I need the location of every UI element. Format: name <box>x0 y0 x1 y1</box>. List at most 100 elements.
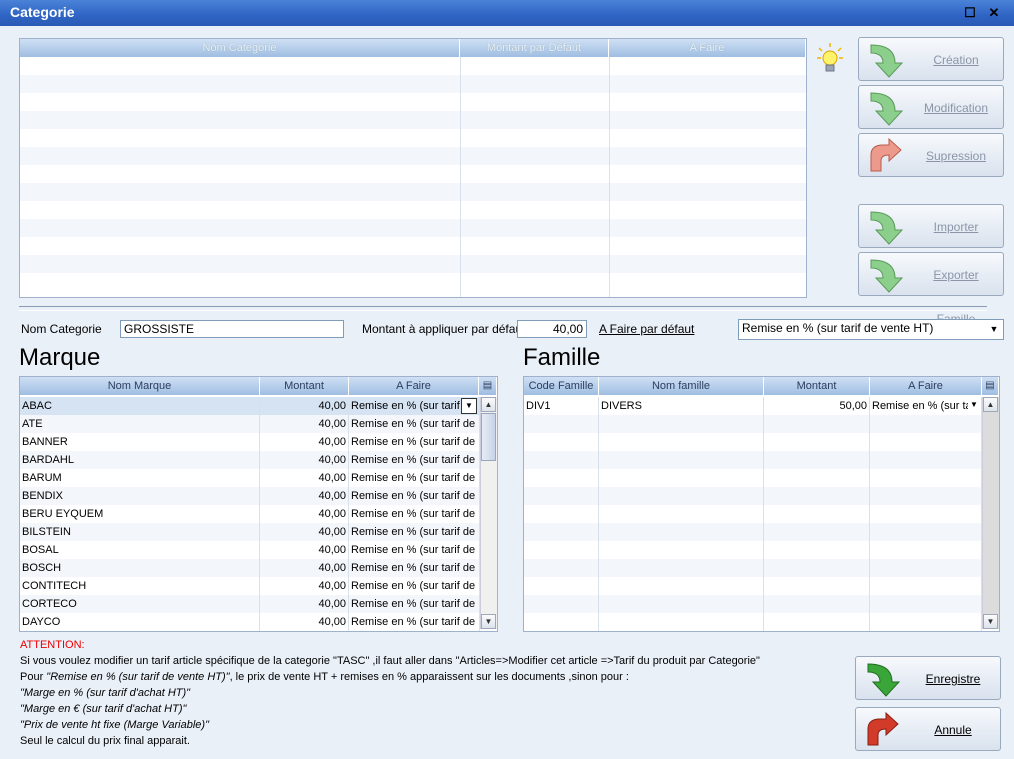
category-grid[interactable]: Nom Categorie Montant par Défaut A Faire <box>19 38 807 298</box>
famille-col-afaire-header[interactable]: A Faire <box>870 377 982 395</box>
scroll-down-icon[interactable]: ▼ <box>481 614 496 629</box>
scroll-up-icon[interactable]: ▲ <box>481 397 496 412</box>
table-row[interactable] <box>20 255 806 273</box>
famille-code-cell[interactable] <box>524 559 599 577</box>
column-chooser-icon[interactable]: ▤ <box>479 377 497 395</box>
famille-afaire-cell[interactable] <box>870 433 982 451</box>
famille-code-cell[interactable] <box>524 505 599 523</box>
famille-montant-cell[interactable] <box>764 577 870 595</box>
table-row[interactable]: BENDIX 40,00 Remise en % (sur tarif de <box>20 487 480 505</box>
marque-afaire-cell[interactable]: Remise en % (sur tarif de <box>349 487 480 505</box>
category-col-nom-header[interactable]: Nom Categorie <box>20 39 460 57</box>
marque-scrollbar[interactable]: ▲ ▼ <box>480 397 497 629</box>
scroll-up-icon[interactable]: ▲ <box>983 397 998 412</box>
table-row[interactable]: BOSCH 40,00 Remise en % (sur tarif de <box>20 559 480 577</box>
marque-nom-cell[interactable]: CORTECO <box>20 595 260 613</box>
chevron-down-icon[interactable]: ▼ <box>968 398 980 412</box>
table-row[interactable]: BARUM 40,00 Remise en % (sur tarif de <box>20 469 480 487</box>
famille-col-montant-header[interactable]: Montant <box>764 377 870 395</box>
marque-montant-cell[interactable]: 40,00 <box>260 397 349 415</box>
famille-montant-cell[interactable] <box>764 505 870 523</box>
famille-nom-cell[interactable] <box>599 505 764 523</box>
lightbulb-icon[interactable] <box>816 42 844 76</box>
famille-montant-cell[interactable]: 50,00 <box>764 397 870 415</box>
table-row[interactable] <box>524 487 982 505</box>
famille-code-cell[interactable] <box>524 541 599 559</box>
table-row[interactable] <box>524 505 982 523</box>
marque-nom-cell[interactable]: BARUM <box>20 469 260 487</box>
table-row[interactable] <box>524 559 982 577</box>
marque-afaire-cell[interactable]: Remise en % (sur tarif de <box>349 505 480 523</box>
creation-button[interactable]: Création <box>858 37 1004 81</box>
famille-montant-cell[interactable] <box>764 595 870 613</box>
scroll-down-icon[interactable]: ▼ <box>983 614 998 629</box>
marque-montant-cell[interactable]: 40,00 <box>260 433 349 451</box>
famille-nom-cell[interactable] <box>599 451 764 469</box>
table-row[interactable]: ATE 40,00 Remise en % (sur tarif de <box>20 415 480 433</box>
marque-afaire-cell[interactable]: Remise en % (sur tarif de <box>349 433 480 451</box>
famille-afaire-cell[interactable] <box>870 505 982 523</box>
table-row[interactable]: BARDAHL 40,00 Remise en % (sur tarif de <box>20 451 480 469</box>
nom-categorie-input[interactable]: GROSSISTE <box>120 320 344 338</box>
marque-montant-cell[interactable]: 40,00 <box>260 577 349 595</box>
famille-montant-cell[interactable] <box>764 415 870 433</box>
marque-montant-cell[interactable]: 40,00 <box>260 469 349 487</box>
famille-nom-cell[interactable] <box>599 613 764 631</box>
table-row[interactable]: ABAC 40,00 Remise en % (sur tarif de ▼ <box>20 397 480 415</box>
close-icon[interactable]: ✕ <box>986 5 1002 21</box>
table-row[interactable] <box>524 451 982 469</box>
marque-nom-cell[interactable]: ATE <box>20 415 260 433</box>
famille-montant-cell[interactable] <box>764 433 870 451</box>
famille-grid[interactable]: Code Famille Nom famille Montant A Faire… <box>523 376 1000 632</box>
marque-afaire-cell[interactable]: Remise en % (sur tarif de <box>349 559 480 577</box>
famille-code-cell[interactable]: DIV1 <box>524 397 599 415</box>
table-row[interactable] <box>20 129 806 147</box>
famille-montant-cell[interactable] <box>764 541 870 559</box>
marque-nom-cell[interactable]: BOSAL <box>20 541 260 559</box>
marque-montant-cell[interactable]: 40,00 <box>260 505 349 523</box>
famille-afaire-cell[interactable] <box>870 487 982 505</box>
famille-nom-cell[interactable] <box>599 523 764 541</box>
category-col-afaire-header[interactable]: A Faire <box>609 39 806 57</box>
marque-montant-cell[interactable]: 40,00 <box>260 559 349 577</box>
enregistre-button[interactable]: Enregistre <box>855 656 1001 700</box>
maximize-icon[interactable]: ☐ <box>962 5 978 21</box>
marque-montant-cell[interactable]: 40,00 <box>260 595 349 613</box>
marque-montant-cell[interactable]: 40,00 <box>260 487 349 505</box>
chevron-down-icon[interactable]: ▼ <box>461 398 477 414</box>
table-row[interactable] <box>524 433 982 451</box>
table-row[interactable]: BANNER 40,00 Remise en % (sur tarif de <box>20 433 480 451</box>
famille-col-code-header[interactable]: Code Famille <box>524 377 599 395</box>
famille-nom-cell[interactable] <box>599 541 764 559</box>
table-row[interactable]: DIV1 DIVERS 50,00 Remise en % (sur tar ▼ <box>524 397 982 415</box>
marque-col-nom-header[interactable]: Nom Marque <box>20 377 260 395</box>
famille-nom-cell[interactable] <box>599 487 764 505</box>
famille-afaire-cell[interactable] <box>870 559 982 577</box>
table-row[interactable] <box>20 201 806 219</box>
exporter-famille-button[interactable]: Exporter Famille <box>858 252 1004 326</box>
famille-code-cell[interactable] <box>524 595 599 613</box>
marque-nom-cell[interactable]: ABAC <box>20 397 260 415</box>
famille-afaire-cell[interactable]: Remise en % (sur tar <box>870 397 982 415</box>
famille-code-cell[interactable] <box>524 415 599 433</box>
famille-nom-cell[interactable] <box>599 415 764 433</box>
column-chooser-icon[interactable]: ▤ <box>982 377 999 395</box>
table-row[interactable]: BOSAL 40,00 Remise en % (sur tarif de <box>20 541 480 559</box>
marque-nom-cell[interactable]: BENDIX <box>20 487 260 505</box>
famille-code-cell[interactable] <box>524 613 599 631</box>
table-row[interactable]: DAYCO 40,00 Remise en % (sur tarif de <box>20 613 480 631</box>
famille-afaire-cell[interactable] <box>870 451 982 469</box>
importer-famille-button[interactable]: Importer Famille <box>858 204 1004 278</box>
famille-code-cell[interactable] <box>524 523 599 541</box>
table-row[interactable] <box>20 165 806 183</box>
famille-montant-cell[interactable] <box>764 523 870 541</box>
suppression-button[interactable]: Supression <box>858 133 1004 177</box>
famille-afaire-cell[interactable] <box>870 415 982 433</box>
famille-montant-cell[interactable] <box>764 469 870 487</box>
famille-code-cell[interactable] <box>524 433 599 451</box>
marque-nom-cell[interactable]: CONTITECH <box>20 577 260 595</box>
table-row[interactable] <box>524 541 982 559</box>
table-row[interactable]: BILSTEIN 40,00 Remise en % (sur tarif de <box>20 523 480 541</box>
table-row[interactable]: CORTECO 40,00 Remise en % (sur tarif de <box>20 595 480 613</box>
famille-nom-cell[interactable] <box>599 577 764 595</box>
